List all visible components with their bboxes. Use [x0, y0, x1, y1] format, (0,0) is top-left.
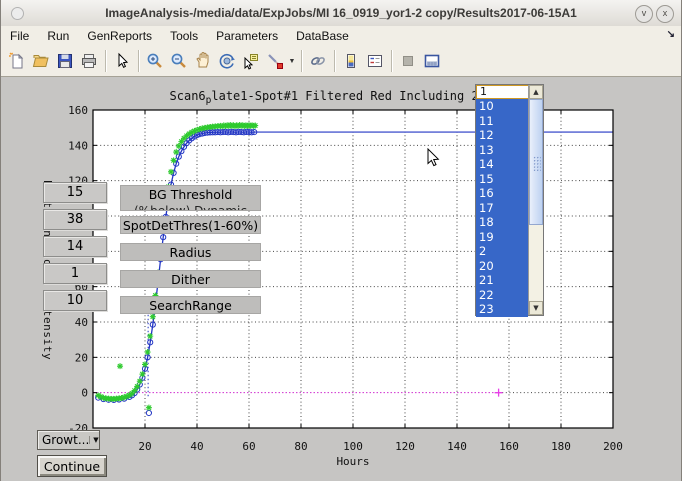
svg-text:20: 20 — [75, 351, 88, 364]
spot-number-option[interactable]: 15 — [476, 172, 528, 187]
app-window: ImageAnalysis-/media/data/ExpJobs/MI 16_… — [0, 0, 682, 481]
spot-number-option[interactable]: 11 — [476, 114, 528, 129]
scrollbar-up-icon[interactable]: ▲ — [529, 85, 543, 99]
spot-number-option[interactable]: 13 — [476, 143, 528, 158]
field-value-searchrange[interactable]: 10 — [43, 290, 107, 311]
spot-number-list: 10111213141516171819220212223 — [476, 99, 528, 315]
scrollbar-thumb[interactable] — [529, 99, 543, 225]
field-value-spotdetthres-1-60-[interactable]: 38 — [43, 209, 107, 230]
figure-area: 020406080100120140160180200-200204060801… — [1, 78, 681, 481]
caret-down-icon: ▼ — [89, 436, 101, 444]
field-label-searchrange[interactable]: SearchRange — [120, 296, 261, 314]
spot-number-option[interactable]: 22 — [476, 288, 528, 303]
spot-number-option[interactable]: 17 — [476, 201, 528, 216]
continue-button[interactable]: Continue — [37, 455, 107, 477]
svg-text:160: 160 — [68, 104, 88, 117]
scrollbar-down-icon[interactable]: ▼ — [529, 301, 543, 315]
spot-number-option[interactable]: 23 — [476, 302, 528, 317]
svg-text:40: 40 — [190, 440, 203, 453]
svg-text:0: 0 — [81, 387, 88, 400]
spot-number-option[interactable]: 21 — [476, 273, 528, 288]
spot-number-option[interactable]: 2 — [476, 244, 528, 259]
spot-number-dropdown: 1 10111213141516171819220212223 ▲ ▼ — [475, 84, 544, 316]
svg-text:160: 160 — [499, 440, 519, 453]
spot-number-option[interactable]: 20 — [476, 259, 528, 274]
svg-text:180: 180 — [551, 440, 571, 453]
svg-text:80: 80 — [294, 440, 307, 453]
field-label-radius[interactable]: Radius — [120, 243, 261, 261]
field-label-dither[interactable]: Dither — [120, 270, 261, 288]
spot-number-option[interactable]: 19 — [476, 230, 528, 245]
svg-text:60: 60 — [242, 440, 255, 453]
dropdown-scrollbar[interactable]: ▲ ▼ — [528, 85, 543, 315]
svg-text:100: 100 — [343, 440, 363, 453]
scrollbar-grip — [533, 156, 541, 172]
spot-number-option[interactable]: 16 — [476, 186, 528, 201]
spot-number-selected[interactable]: 1 — [476, 85, 533, 99]
spot-number-option[interactable]: 14 — [476, 157, 528, 172]
spot-number-option[interactable]: 18 — [476, 215, 528, 230]
growth-model-popup-label: Growt... — [38, 433, 89, 447]
spot-number-option[interactable]: 12 — [476, 128, 528, 143]
field-label-spotdetthres-1-60-[interactable]: SpotDetThres(1-60%) — [120, 216, 261, 234]
svg-text:140: 140 — [68, 139, 88, 152]
svg-text:40: 40 — [75, 316, 88, 329]
field-value-bg-threshold[interactable]: 15 — [43, 182, 107, 203]
field-value-dither[interactable]: 1 — [43, 263, 107, 284]
field-label-bg-threshold[interactable]: BG Threshold(%below) Dynamic — [120, 185, 261, 211]
growth-model-popup[interactable]: Growt... ▼ — [37, 430, 100, 450]
svg-text:200: 200 — [603, 440, 623, 453]
svg-text:140: 140 — [447, 440, 467, 453]
spot-number-option[interactable]: 10 — [476, 99, 528, 114]
field-value-radius[interactable]: 14 — [43, 236, 107, 257]
svg-text:120: 120 — [395, 440, 415, 453]
svg-text:Hours: Hours — [336, 455, 369, 468]
svg-text:20: 20 — [138, 440, 151, 453]
